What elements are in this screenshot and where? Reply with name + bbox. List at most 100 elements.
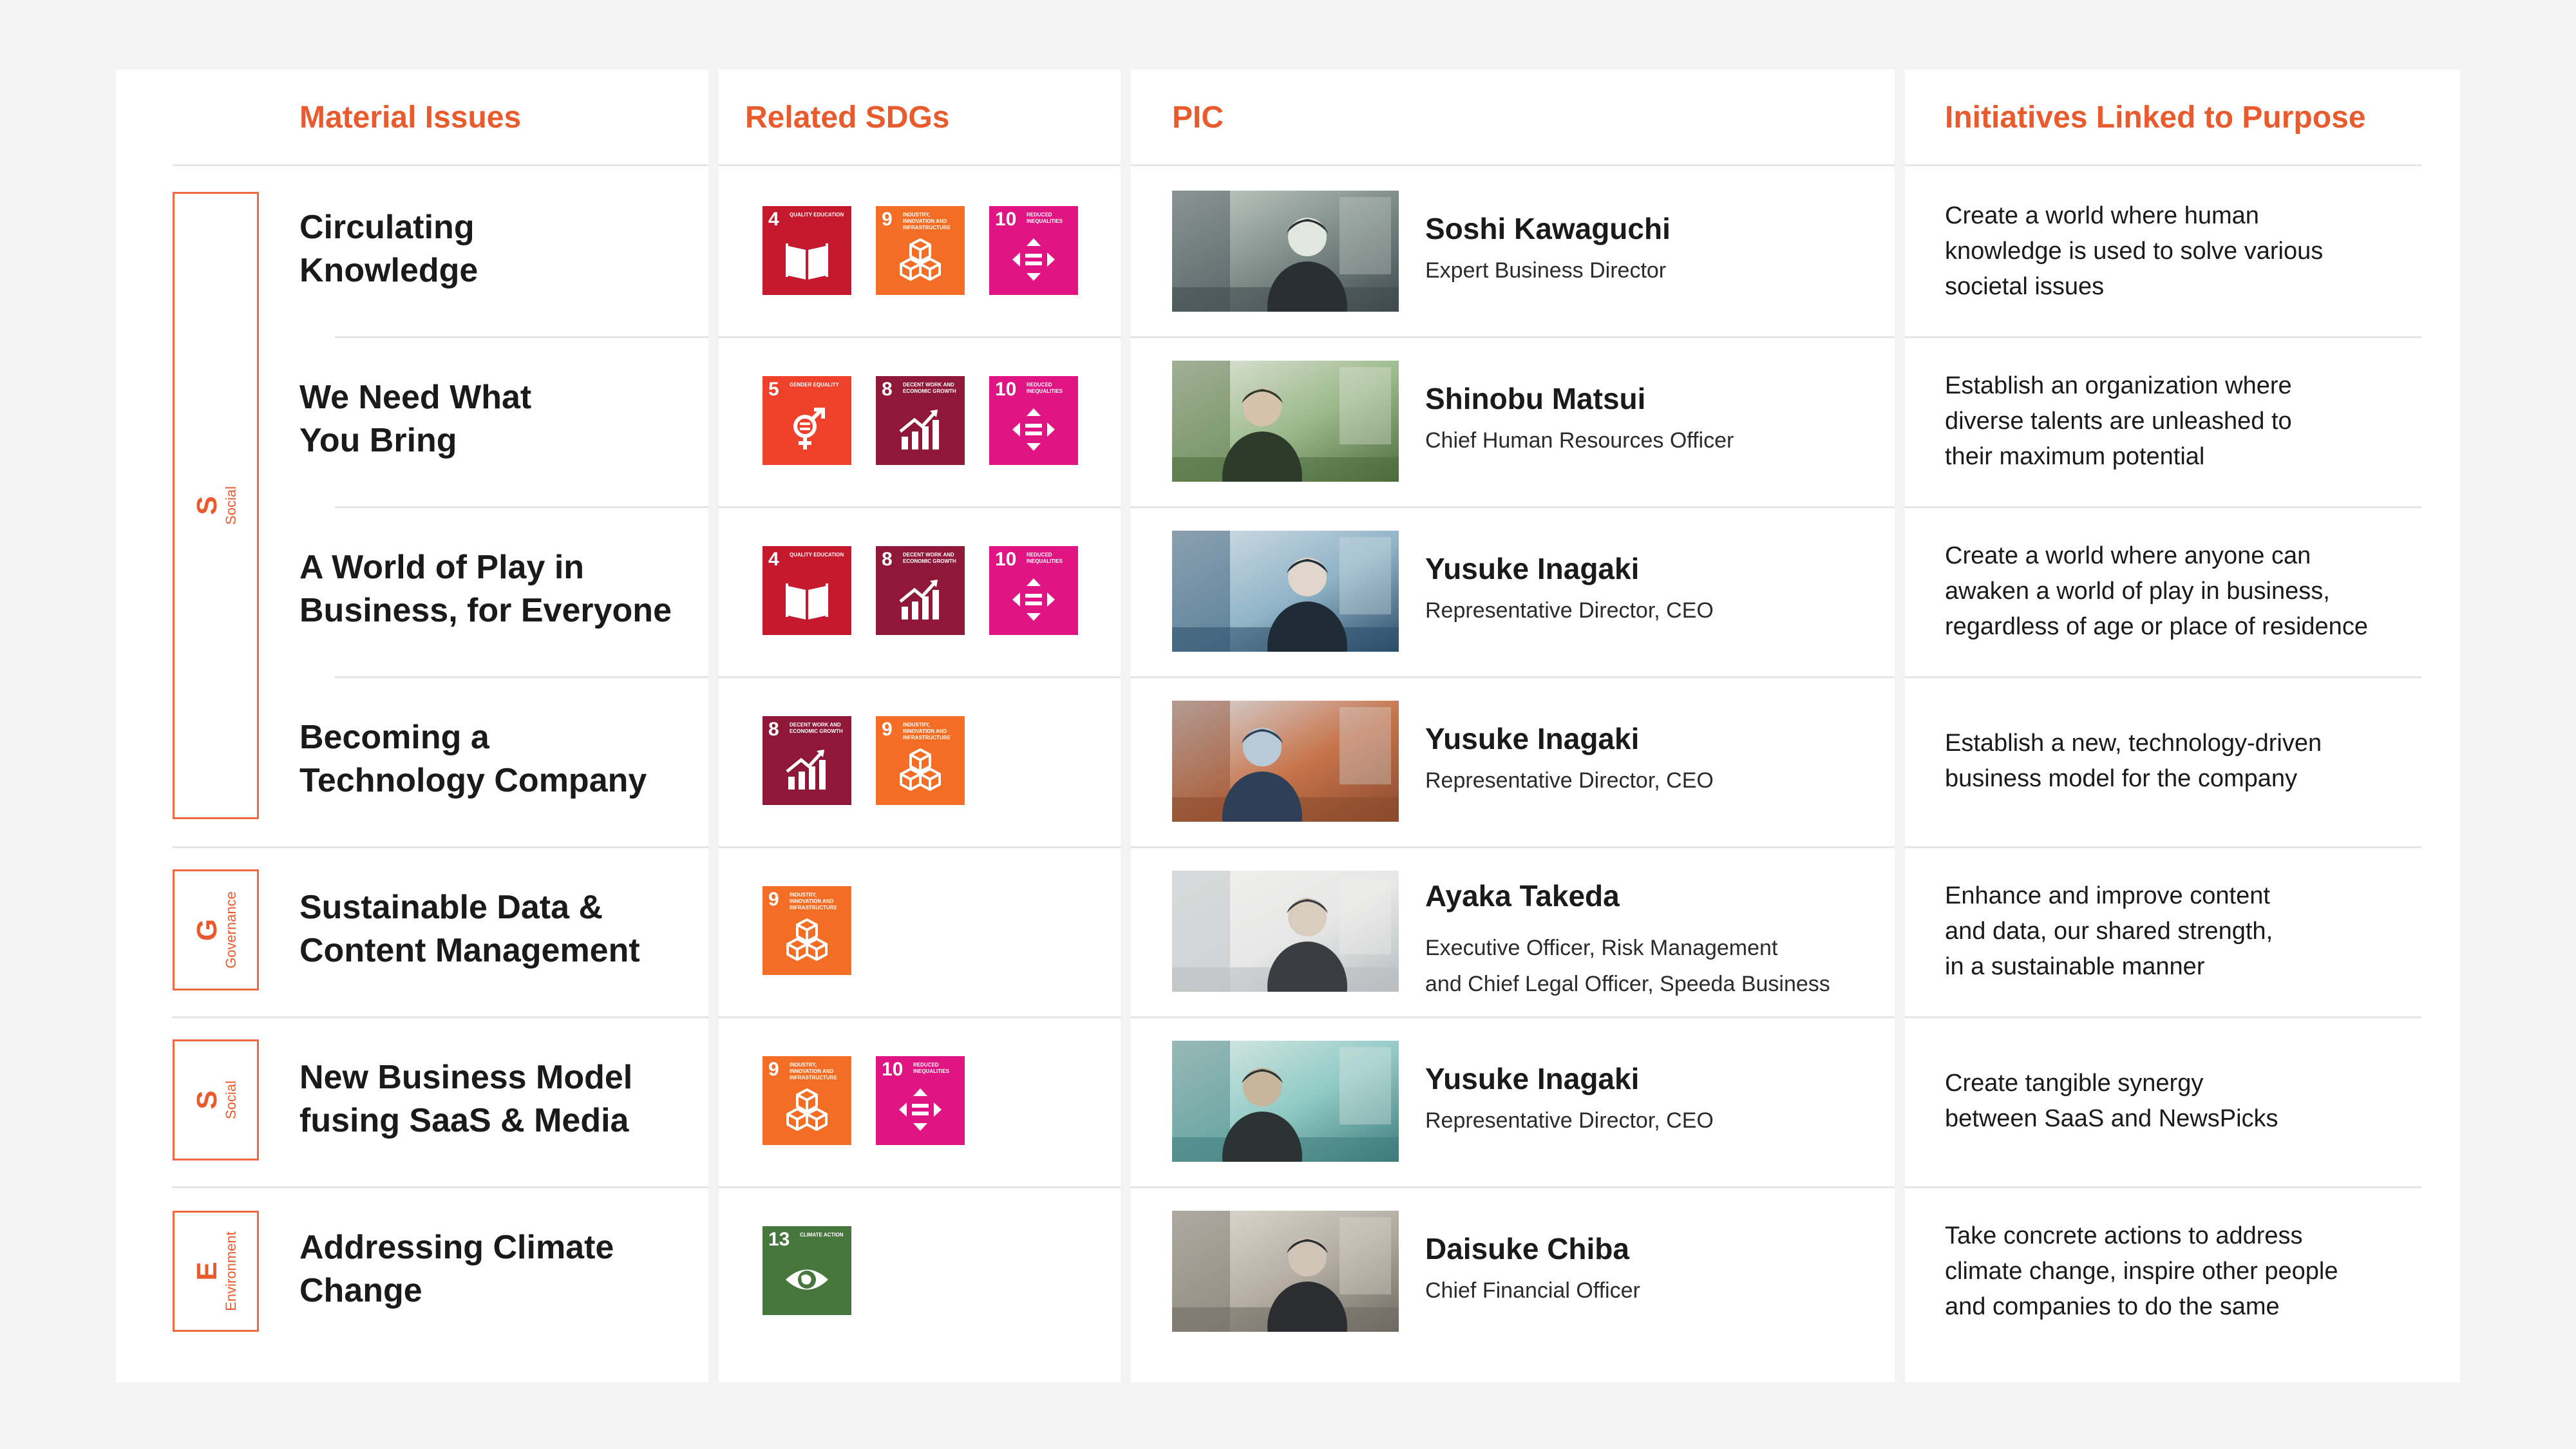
row-divider bbox=[719, 676, 1121, 678]
sdg-label: Reduced Inequalities bbox=[913, 1062, 950, 1074]
initiative-line: Take concrete actions to address bbox=[1945, 1222, 2303, 1249]
header-material-issues: Material Issues bbox=[299, 100, 522, 135]
initiative-line: business model for the company bbox=[1945, 765, 2298, 792]
category-word: Environment bbox=[222, 1231, 239, 1311]
sdg-goal-10-tile: 10 Reduced Inequalities bbox=[989, 376, 1078, 465]
gender-equality-icon bbox=[793, 408, 825, 450]
sdg-number: 9 bbox=[882, 209, 893, 230]
initiative-text: Take concrete actions to address climate … bbox=[1945, 1218, 2434, 1325]
sdg-number: 13 bbox=[768, 1229, 790, 1250]
sdg-goal-9-tile: 9 Industry, Innovation and Infrastructure bbox=[762, 886, 851, 975]
row-divider bbox=[335, 676, 708, 678]
category-letter: E bbox=[191, 1262, 223, 1281]
issue-line: Addressing Climate bbox=[299, 1229, 614, 1266]
pic-title: Expert Business Director bbox=[1425, 252, 1666, 289]
sdg-label: Reduced Inequalities bbox=[1027, 212, 1063, 224]
row-divider bbox=[335, 336, 708, 338]
issue-line: fusing SaaS & Media bbox=[299, 1102, 629, 1139]
category-word: Governance bbox=[222, 891, 239, 969]
sdg-goal-9-tile: 9 Industry, Innovation and Infrastructure bbox=[762, 1056, 851, 1145]
sdg-label: Quality Education bbox=[790, 212, 844, 218]
row-divider bbox=[173, 1016, 708, 1018]
sdg-goal-13-tile: 13 Climate Action bbox=[762, 1226, 851, 1315]
sdg-label: Reduced Inequalities bbox=[1027, 552, 1063, 564]
sdg-number: 10 bbox=[995, 379, 1017, 400]
book-icon bbox=[786, 583, 828, 620]
pic-name: Soshi Kawaguchi bbox=[1425, 212, 1671, 245]
material-issue-title: Sustainable Data & Content Management bbox=[299, 886, 705, 972]
issue-line: A World of Play in bbox=[299, 549, 585, 586]
issue-line: Circulating bbox=[299, 209, 475, 246]
growth-chart-icon bbox=[899, 580, 939, 620]
header-initiatives: Initiatives Linked to Purpose bbox=[1945, 100, 2366, 135]
pic-title-line: and Chief Legal Officer, Speeda Business bbox=[1425, 972, 1830, 996]
initiative-line: climate change, inspire other people bbox=[1945, 1257, 2338, 1285]
issue-line: You Bring bbox=[299, 422, 457, 459]
sdg-number: 9 bbox=[768, 889, 779, 910]
pic-title-line: Chief Financial Officer bbox=[1425, 1278, 1640, 1303]
pic-photo bbox=[1172, 361, 1399, 482]
sdg-label: Industry, Innovation and Infrastructure bbox=[903, 212, 951, 231]
initiative-line: Establish a new, technology-driven bbox=[1945, 730, 2322, 757]
pic-name: Yusuke Inagaki bbox=[1425, 722, 1640, 755]
sdg-goal-10-tile: 10 Reduced Inequalities bbox=[876, 1056, 965, 1145]
material-issue-title: We Need What You Bring bbox=[299, 376, 705, 462]
initiative-line: Enhance and improve content bbox=[1945, 882, 2270, 909]
sdg-number: 8 bbox=[882, 379, 893, 400]
pic-name: Yusuke Inagaki bbox=[1425, 1062, 1640, 1095]
sdg-number: 4 bbox=[768, 209, 779, 230]
row-divider bbox=[719, 1186, 1121, 1188]
row-divider bbox=[1131, 506, 1895, 508]
category-box-governance: G Governance bbox=[173, 869, 259, 990]
initiative-line: and data, our shared strength, bbox=[1945, 917, 2273, 945]
category-box-social-2: S Social bbox=[173, 1039, 259, 1160]
sdg-goal-5-tile: 5 Gender Equality bbox=[762, 376, 851, 465]
initiative-line: in a sustainable manner bbox=[1945, 952, 2205, 980]
sdg-number: 4 bbox=[768, 549, 779, 570]
initiative-line: societal issues bbox=[1945, 272, 2105, 300]
row-divider bbox=[1905, 846, 2421, 848]
sdg-goal-4-tile: 4 Quality Education bbox=[762, 546, 851, 635]
sdg-label: Quality Education bbox=[790, 552, 844, 558]
sdg-goal-8-tile: 8 Decent Work and Economic Growth bbox=[876, 546, 965, 635]
sdg-goal-8-tile: 8 Decent Work and Economic Growth bbox=[762, 716, 851, 805]
eye-globe-icon bbox=[786, 1269, 828, 1290]
sdg-label: Climate Action bbox=[800, 1232, 844, 1238]
pic-title: Representative Director, CEO bbox=[1425, 592, 1714, 629]
row-divider bbox=[1905, 506, 2421, 508]
material-issue-title: Addressing Climate Change bbox=[299, 1226, 705, 1312]
row-divider bbox=[1905, 1186, 2421, 1188]
growth-chart-icon bbox=[899, 410, 939, 450]
growth-chart-icon bbox=[786, 750, 826, 790]
initiative-text: Create a world where anyone can awaken a … bbox=[1945, 538, 2434, 645]
row-divider bbox=[1131, 676, 1895, 678]
issue-line: Change bbox=[299, 1272, 422, 1309]
sdg-number: 8 bbox=[768, 719, 779, 740]
row-divider bbox=[1131, 336, 1895, 338]
category-word: Social bbox=[222, 486, 239, 525]
cubes-icon bbox=[786, 1088, 828, 1131]
pic-title-line: Representative Director, CEO bbox=[1425, 768, 1714, 793]
row-divider bbox=[719, 506, 1121, 508]
sdg-label: Industry, Innovation and Infrastructure bbox=[903, 722, 951, 741]
sdg-label: Industry, Innovation and Infrastructure bbox=[790, 1062, 837, 1081]
sdg-number: 9 bbox=[768, 1059, 779, 1080]
sdg-goal-8-tile: 8 Decent Work and Economic Growth bbox=[876, 376, 965, 465]
header-rule bbox=[1905, 164, 2421, 166]
initiative-line: between SaaS and NewsPicks bbox=[1945, 1105, 2278, 1132]
row-divider bbox=[1905, 1016, 2421, 1018]
pic-photo bbox=[1172, 1041, 1399, 1162]
header-rule bbox=[1131, 164, 1895, 166]
issue-line: Sustainable Data & bbox=[299, 889, 603, 926]
pic-name: Yusuke Inagaki bbox=[1425, 552, 1640, 585]
row-divider bbox=[1905, 676, 2421, 678]
initiative-text: Establish a new, technology-driven busine… bbox=[1945, 726, 2434, 797]
material-issue-title: Circulating Knowledge bbox=[299, 206, 705, 292]
category-box-environment: E Environment bbox=[173, 1211, 259, 1332]
sdg-label: Decent Work and Economic Growth bbox=[903, 552, 956, 564]
issue-line: Knowledge bbox=[299, 252, 478, 289]
row-divider bbox=[173, 846, 708, 848]
initiative-text: Establish an organization where diverse t… bbox=[1945, 368, 2434, 475]
pic-title-line: Representative Director, CEO bbox=[1425, 1108, 1714, 1133]
sdg-goal-10-tile: 10 Reduced Inequalities bbox=[989, 206, 1078, 295]
